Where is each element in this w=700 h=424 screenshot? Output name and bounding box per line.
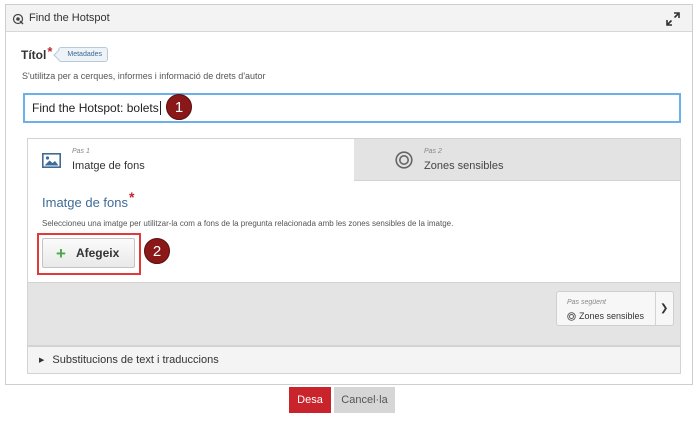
target-icon	[395, 151, 413, 169]
section-title: Imatge de fons*	[42, 189, 134, 210]
wizard-steps: Pas 1 Imatge de fons Pas 2 Zones sensibl…	[28, 139, 680, 181]
hotspot-editor-panel: Find the Hotspot Títol * Metadades S'uti…	[5, 4, 693, 385]
expand-icon[interactable]	[666, 12, 680, 26]
section-description: Seleccioneu una imatge per utilitzar-la …	[42, 219, 454, 228]
chevron-right-icon: ❯	[660, 303, 669, 314]
required-mark: *	[47, 44, 53, 59]
title-input-value: Find the Hotspot: bolets	[32, 101, 159, 115]
callout-marker-2: 2	[144, 238, 170, 264]
metadata-button[interactable]: Metadades	[58, 47, 109, 62]
plus-icon: +	[56, 243, 66, 263]
title-label: Títol	[21, 47, 47, 62]
panel-title: Find the Hotspot	[29, 12, 110, 24]
step-hotspots[interactable]: Pas 2 Zones sensibles	[354, 139, 680, 181]
image-icon	[42, 153, 61, 168]
next-step-label: Zones sensibles	[567, 311, 644, 321]
next-step-button[interactable]: Pas següent Zones sensibles ❯	[556, 291, 674, 326]
divider	[655, 292, 656, 325]
add-image-button[interactable]: + Afegeix	[42, 238, 135, 268]
callout-marker-1: 1	[166, 94, 192, 120]
required-mark: *	[129, 189, 135, 205]
step-1-label: Imatge de fons	[72, 160, 145, 172]
wizard-footer: Pas següent Zones sensibles ❯	[28, 282, 680, 345]
cancel-button[interactable]: Cancel·la	[334, 387, 395, 413]
step-2-number: Pas 2	[424, 148, 442, 155]
step-2-label: Zones sensibles	[424, 160, 504, 172]
caret-right-icon: ▶	[39, 357, 45, 364]
next-step-caption: Pas següent	[567, 299, 606, 306]
add-button-label: Afegeix	[75, 246, 120, 260]
collapsible-label: Substitucions de text i traduccions	[52, 354, 219, 366]
target-icon	[567, 311, 576, 321]
title-label-row: Títol * Metadades	[21, 44, 109, 62]
step-1-number: Pas 1	[72, 148, 90, 155]
section-title-text: Imatge de fons	[42, 195, 128, 210]
save-button[interactable]: Desa	[289, 387, 331, 413]
text-overrides-toggle[interactable]: ▶ Substitucions de text i traduccions	[27, 346, 681, 374]
panel-header: Find the Hotspot	[6, 5, 692, 32]
title-input[interactable]: Find the Hotspot: bolets	[23, 93, 681, 123]
wizard: Pas 1 Imatge de fons Pas 2 Zones sensibl…	[27, 138, 681, 346]
next-step-text: Zones sensibles	[579, 311, 645, 321]
hotspot-icon	[12, 12, 24, 25]
title-description: S'utilitza per a cerques, informes i inf…	[22, 71, 266, 81]
text-caret	[159, 101, 161, 115]
step-background-image[interactable]: Pas 1 Imatge de fons	[28, 139, 354, 181]
